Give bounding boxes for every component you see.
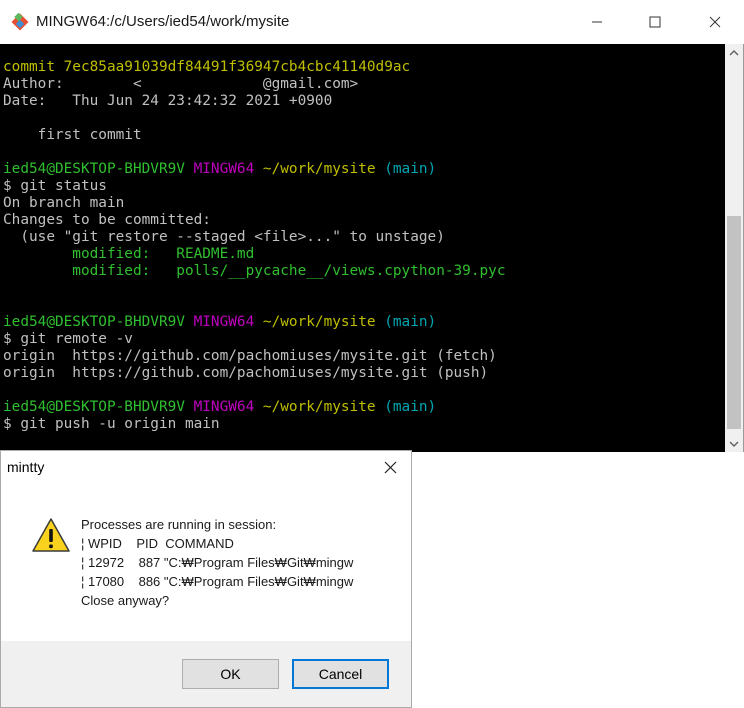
git-bash-app-icon: [10, 12, 30, 32]
terminal-text-segment: origin https://github.com/pachomiuses/my…: [3, 365, 489, 381]
terminal-text-segment: ied54@DESKTOP-BHDVR9V: [3, 399, 194, 415]
dialog-message-line: ¦ WPID PID COMMAND: [81, 536, 234, 551]
terminal-line: On branch main: [3, 195, 124, 212]
terminal-line: ied54@DESKTOP-BHDVR9V MINGW64 ~/work/mys…: [3, 161, 436, 178]
dialog-message-line: Close anyway?: [81, 593, 170, 608]
terminal-line: $ git remote -v: [3, 331, 133, 348]
terminal-text-segment: modified: polls/__pycache__/views.cpytho…: [3, 263, 506, 279]
terminal-window: MINGW64:/c/Users/ied54/work/mysite commi…: [0, 0, 744, 452]
terminal-text-segment: (main): [384, 161, 437, 177]
terminal-text-segment: first commit: [3, 127, 142, 143]
terminal-line: modified: README.md: [3, 246, 254, 263]
terminal-line: Author: < @gmail.com>: [3, 76, 358, 93]
terminal-text-segment: $ git remote -v: [3, 331, 133, 347]
dialog-button-bar: OK Cancel: [1, 641, 411, 707]
terminal-text-segment: ~/work/mysite: [262, 161, 385, 177]
cancel-button[interactable]: Cancel: [292, 659, 389, 689]
close-icon[interactable]: [369, 451, 412, 483]
terminal-line: $ git push -u origin main: [3, 416, 220, 433]
terminal-line: first commit: [3, 127, 142, 144]
terminal-text-segment: MINGW64: [193, 399, 263, 415]
title-bar[interactable]: MINGW64:/c/Users/ied54/work/mysite: [0, 0, 744, 44]
vertical-scrollbar[interactable]: [725, 44, 743, 452]
terminal-text-segment: ied54@DESKTOP-BHDVR9V: [3, 314, 194, 330]
terminal-text-segment: On branch main: [3, 195, 125, 211]
terminal-line: commit 7ec85aa91039df84491f36947cb4cbc41…: [3, 59, 410, 76]
terminal-text-segment: Date: Thu Jun 24 23:42:32 2021 +0900: [3, 93, 333, 109]
terminal-line: origin https://github.com/pachomiuses/my…: [3, 365, 488, 382]
scrollbar-thumb[interactable]: [727, 216, 741, 429]
window-title: MINGW64:/c/Users/ied54/work/mysite: [36, 13, 290, 30]
terminal-output[interactable]: commit 7ec85aa91039df84491f36947cb4cbc41…: [0, 44, 725, 452]
terminal-text-segment: ~/work/mysite: [262, 399, 385, 415]
dialog-message-line: Processes are running in session:: [81, 517, 277, 532]
terminal-line: Date: Thu Jun 24 23:42:32 2021 +0900: [3, 93, 332, 110]
warning-icon: [31, 517, 71, 553]
dialog-message-line: ¦ 17080 886 "C:₩Program Files₩Git₩mingw: [81, 574, 354, 589]
terminal-text-segment: ied54@DESKTOP-BHDVR9V: [3, 161, 194, 177]
terminal-text-segment: ~/work/mysite: [262, 314, 385, 330]
ok-button[interactable]: OK: [182, 659, 279, 689]
terminal-text-segment: (use "git restore --staged <file>..." to…: [3, 229, 445, 245]
terminal-text-segment: Changes to be committed:: [3, 212, 211, 228]
terminal-text-segment: (main): [384, 314, 437, 330]
minimize-icon[interactable]: [574, 0, 620, 44]
terminal-line: (use "git restore --staged <file>..." to…: [3, 229, 445, 246]
terminal-text-segment: modified: README.md: [3, 246, 255, 262]
maximize-icon[interactable]: [632, 0, 678, 44]
scroll-up-icon[interactable]: [725, 44, 743, 61]
dialog-message-line: ¦ 12972 887 "C:₩Program Files₩Git₩mingw: [81, 555, 354, 570]
terminal-text-segment: Author: < @gmail.com>: [3, 76, 359, 92]
terminal-line: origin https://github.com/pachomiuses/my…: [3, 348, 497, 365]
close-icon[interactable]: [692, 0, 738, 44]
terminal-text-segment: origin https://github.com/pachomiuses/my…: [3, 348, 497, 364]
close-confirmation-dialog: mintty Processes are running in session:…: [0, 450, 412, 708]
terminal-line: ied54@DESKTOP-BHDVR9V MINGW64 ~/work/mys…: [3, 399, 436, 416]
terminal-line: modified: polls/__pycache__/views.cpytho…: [3, 263, 506, 280]
terminal-text-segment: commit 7ec85aa91039df84491f36947cb4cbc41…: [3, 59, 411, 75]
scroll-down-icon[interactable]: [725, 435, 743, 452]
terminal-line: ied54@DESKTOP-BHDVR9V MINGW64 ~/work/mys…: [3, 314, 436, 331]
terminal-text-segment: $ git push -u origin main: [3, 416, 220, 432]
dialog-title: mintty: [7, 459, 45, 475]
terminal-text-segment: MINGW64: [193, 314, 263, 330]
terminal-line: Changes to be committed:: [3, 212, 211, 229]
terminal-text-segment: (main): [384, 399, 437, 415]
terminal-text-segment: MINGW64: [193, 161, 263, 177]
terminal-text-segment: $ git status: [3, 178, 107, 194]
terminal-line: $ git status: [3, 178, 107, 195]
